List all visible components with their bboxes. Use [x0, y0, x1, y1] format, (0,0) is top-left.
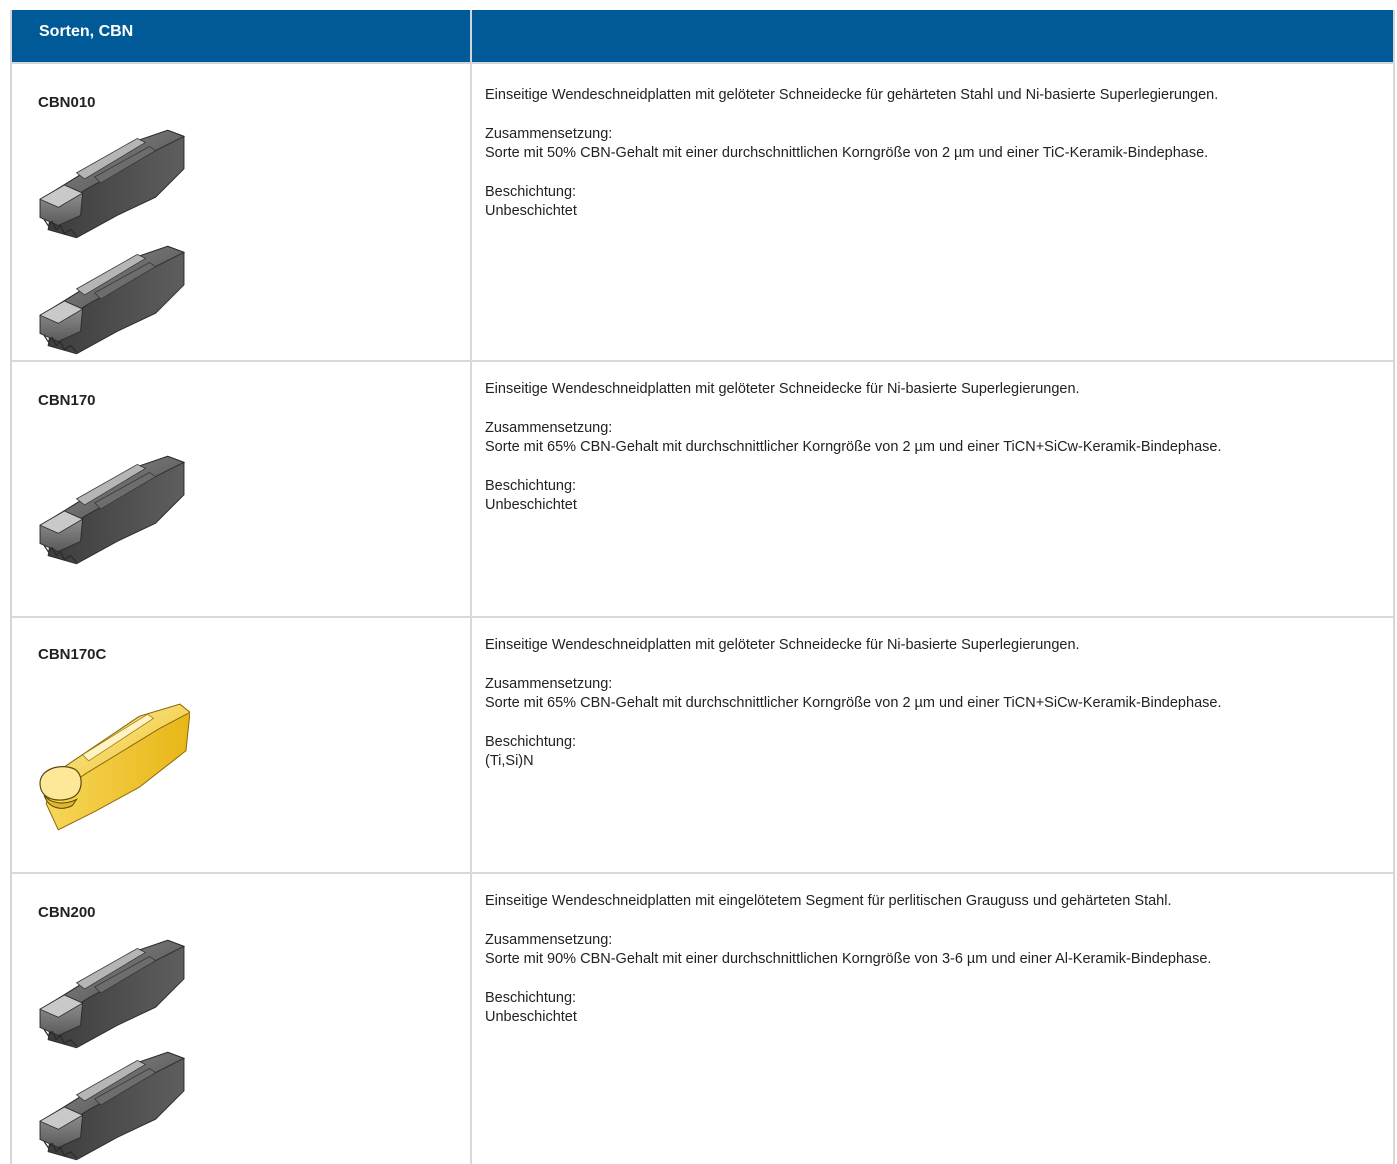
grade-cell: CBN010 [12, 64, 472, 360]
table-row: CBN170C Einseitige Wendeschneidplatten m… [12, 618, 1393, 874]
header-empty-cell [472, 10, 1393, 62]
composition-value: Sorte mit 65% CBN-Gehalt mit durchschnit… [485, 439, 1222, 455]
table-header: Sorten, CBN [12, 10, 1393, 64]
composition-value: Sorte mit 50% CBN-Gehalt mit einer durch… [485, 145, 1209, 161]
composition-label: Zusammensetzung: [485, 126, 613, 142]
description-text: Einseitige Wendeschneidplatten mit einge… [485, 893, 1172, 909]
table-row: CBN200 Einseitige Wendeschneidplatten mi… [12, 874, 1393, 1164]
grades-table: Sorten, CBN CBN010 Einseitige Wendeschne… [10, 10, 1395, 1164]
description-text: Einseitige Wendeschneidplatten mit gelöt… [485, 637, 1080, 653]
composition-label: Zusammensetzung: [485, 676, 613, 692]
description-cell: Einseitige Wendeschneidplatten mit gelöt… [472, 362, 1393, 616]
grade-cell: CBN200 [12, 874, 472, 1164]
coating-value: Unbeschichtet [485, 497, 577, 513]
coating-label: Beschichtung: [485, 478, 577, 494]
composition-label: Zusammensetzung: [485, 420, 613, 436]
table-row: CBN170 Einseitige Wendeschneidplatten mi… [12, 362, 1393, 618]
gray-insert-icon [36, 244, 188, 356]
grade-name: CBN010 [38, 94, 96, 111]
description-text: Einseitige Wendeschneidplatten mit gelöt… [485, 87, 1219, 103]
grade-name: CBN170 [38, 392, 96, 409]
description-cell: Einseitige Wendeschneidplatten mit einge… [472, 874, 1393, 1164]
grade-name: CBN200 [38, 904, 96, 921]
coating-label: Beschichtung: [485, 184, 577, 200]
coating-label: Beschichtung: [485, 734, 577, 750]
composition-value: Sorte mit 65% CBN-Gehalt mit durchschnit… [485, 695, 1222, 711]
table-row: CBN010 Einseitige Wendeschneidplatten mi… [12, 64, 1393, 362]
coating-label: Beschichtung: [485, 990, 577, 1006]
gray-insert-icon [36, 1050, 188, 1162]
gray-insert-icon [36, 454, 188, 566]
description-cell: Einseitige Wendeschneidplatten mit gelöt… [472, 64, 1393, 360]
composition-label: Zusammensetzung: [485, 932, 613, 948]
grade-cell: CBN170 [12, 362, 472, 616]
description-cell: Einseitige Wendeschneidplatten mit gelöt… [472, 618, 1393, 872]
description-text: Einseitige Wendeschneidplatten mit gelöt… [485, 381, 1080, 397]
gray-insert-icon [36, 938, 188, 1050]
header-title: Sorten, CBN [12, 10, 472, 62]
coating-value: Unbeschichtet [485, 1009, 577, 1025]
coating-value: (Ti,Si)N [485, 753, 534, 769]
gray-insert-icon [36, 128, 188, 240]
gold-insert-icon [38, 702, 190, 834]
coating-value: Unbeschichtet [485, 203, 577, 219]
composition-value: Sorte mit 90% CBN-Gehalt mit einer durch… [485, 951, 1212, 967]
grade-cell: CBN170C [12, 618, 472, 872]
grade-name: CBN170C [38, 646, 107, 663]
